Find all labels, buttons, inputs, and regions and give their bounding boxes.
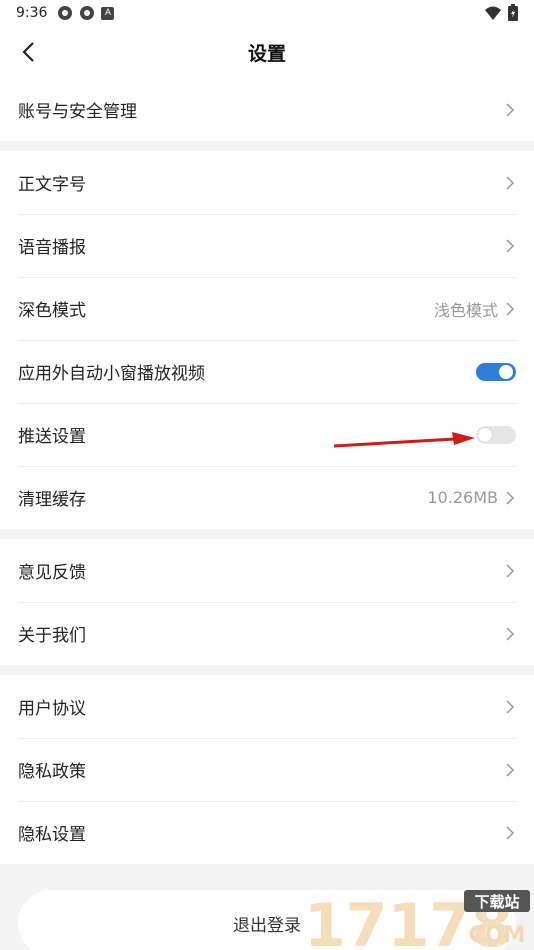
row-pip-video: 应用外自动小窗播放视频: [0, 340, 534, 403]
chevron-right-icon: [506, 626, 515, 641]
row-privacy-settings[interactable]: 隐私设置: [0, 801, 534, 864]
row-label: 意见反馈: [18, 563, 86, 583]
page-title: 设置: [247, 42, 286, 65]
status-bar: 9:36 A: [0, 0, 534, 26]
row-label: 隐私设置: [18, 825, 86, 845]
row-value: 10.26MB: [427, 488, 498, 507]
watermark-logo-icon: 17178 下载站 COM: [304, 890, 530, 950]
settings-group-feedback: 意见反馈 关于我们: [0, 539, 534, 665]
app-notification-icon: [58, 6, 73, 20]
row-label: 语音播报: [18, 238, 86, 258]
row-label: 隐私政策: [18, 762, 86, 782]
row-label: 深色模式: [18, 301, 86, 321]
row-about-us[interactable]: 关于我们: [0, 602, 534, 665]
status-time: 9:36: [16, 5, 48, 21]
annotation-arrow-icon: [333, 432, 475, 448]
wifi-icon: [485, 6, 501, 20]
app-notification-icon: [80, 6, 95, 20]
chevron-right-icon: [506, 563, 515, 578]
settings-group-general: 正文字号 语音播报 深色模式 浅色模式 应用外自动小窗播放视频 推送设置 清理缓…: [0, 151, 534, 529]
watermark-logo: 17178 下载站 COM: [300, 886, 534, 950]
chevron-left-icon: [22, 42, 34, 62]
row-label: 正文字号: [18, 175, 86, 195]
chevron-right-icon: [506, 825, 515, 840]
row-privacy-policy[interactable]: 隐私政策: [0, 738, 534, 801]
chevron-right-icon: [506, 175, 515, 190]
chevron-right-icon: [506, 102, 515, 117]
settings-group-account: 账号与安全管理: [0, 78, 534, 141]
row-voice-broadcast[interactable]: 语音播报: [0, 214, 534, 277]
row-feedback[interactable]: 意见反馈: [0, 539, 534, 602]
chevron-right-icon: [506, 238, 515, 253]
row-label: 账号与安全管理: [18, 102, 137, 122]
chevron-right-icon: [506, 699, 515, 714]
back-button[interactable]: [14, 38, 42, 66]
row-account-security[interactable]: 账号与安全管理: [0, 78, 534, 141]
chevron-right-icon: [506, 762, 515, 777]
row-font-size[interactable]: 正文字号: [0, 151, 534, 214]
settings-group-legal: 用户协议 隐私政策 隐私设置: [0, 675, 534, 864]
battery-icon: [508, 4, 518, 21]
row-label: 清理缓存: [18, 490, 86, 510]
row-label: 关于我们: [18, 626, 86, 646]
row-value: 浅色模式: [433, 300, 498, 320]
row-label: 用户协议: [18, 699, 86, 719]
chevron-right-icon: [506, 490, 515, 505]
row-user-agreement[interactable]: 用户协议: [0, 675, 534, 738]
app-header: 设置: [0, 26, 534, 78]
row-clear-cache[interactable]: 清理缓存 10.26MB: [0, 466, 534, 529]
row-label: 应用外自动小窗播放视频: [18, 364, 205, 384]
push-settings-toggle[interactable]: [476, 425, 516, 444]
chevron-right-icon: [506, 301, 515, 316]
svg-text:COM: COM: [469, 923, 526, 948]
notification-badge-icon: A: [101, 6, 115, 20]
row-dark-mode[interactable]: 深色模式 浅色模式: [0, 277, 534, 340]
svg-text:下载站: 下载站: [474, 893, 519, 911]
pip-video-toggle[interactable]: [476, 362, 516, 381]
